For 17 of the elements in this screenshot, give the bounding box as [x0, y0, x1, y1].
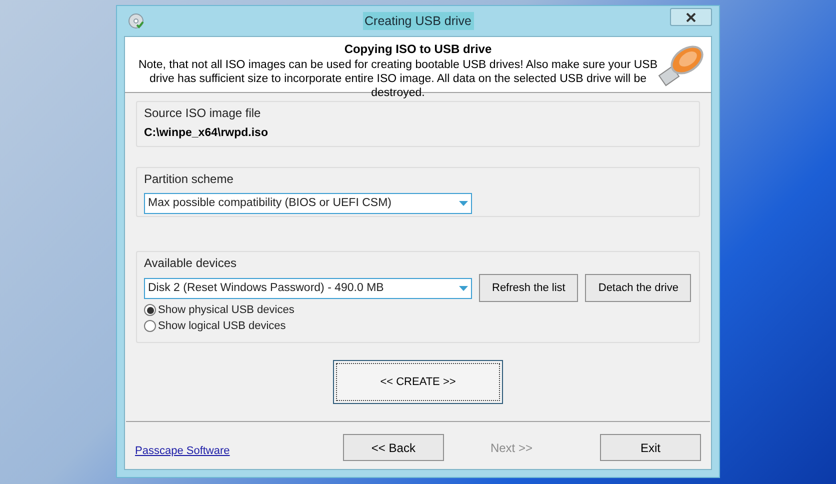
dropdown[interactable]: Max possible compatibility (BIOS or UEFI CSM) [144, 193, 472, 214]
device-button[interactable]: Refresh the list [479, 274, 578, 302]
website-link[interactable]: Passcape Software [135, 442, 343, 460]
header-title: Copying ISO to USB drive [344, 41, 492, 58]
dropdown[interactable]: Disk 2 (Reset Windows Password) - 490.0 MB [144, 278, 472, 299]
source-label: Source ISO image file [144, 105, 262, 122]
nav-button[interactable]: Exit [600, 434, 701, 461]
device-button[interactable]: Detach the drive [585, 274, 692, 302]
radio-label: Show logical USB devices [158, 318, 286, 334]
source-path: C:\winpe_x64\rwpd.iso [144, 126, 269, 141]
partition-label: Partition scheme [144, 171, 234, 188]
devices-label: Available devices [144, 255, 238, 272]
header-note: Note, that not all ISO images can be used for creating bootable USB drives! Also make sure your USB drive has sufficient size to incorporate entire ISO image. All data on the selected USB drive will be destroyed. [137, 58, 659, 100]
create-button[interactable]: << CREATE >> [333, 360, 503, 404]
window-title: Creating USB drive [362, 12, 474, 30]
radio-label: Show physical USB devices [158, 302, 294, 318]
nav-button[interactable]: << Back [342, 434, 444, 461]
